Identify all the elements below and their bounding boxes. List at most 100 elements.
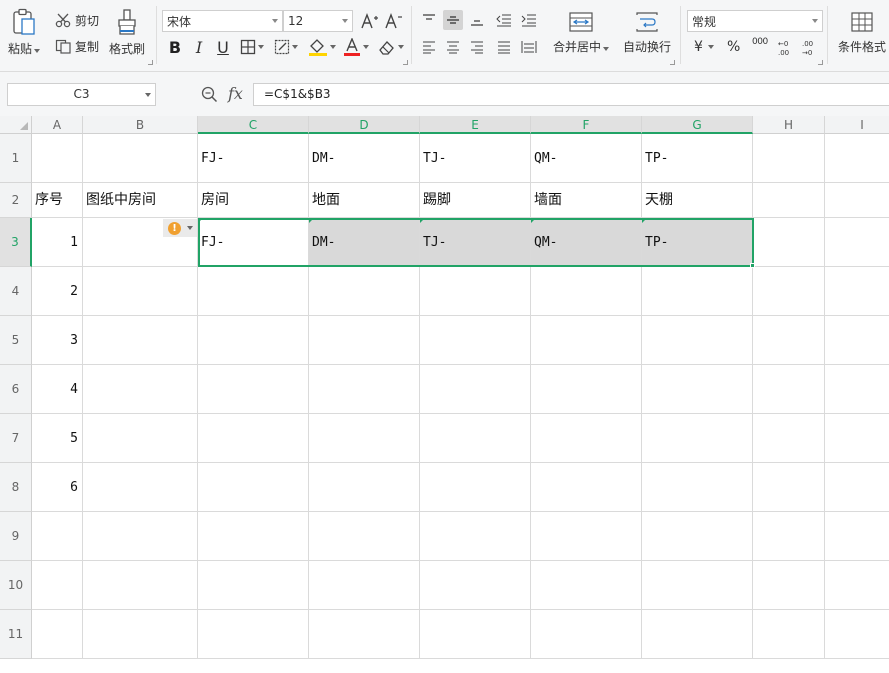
cell-d9[interactable] <box>309 512 420 561</box>
cell-e7[interactable] <box>420 414 531 463</box>
cell-f8[interactable] <box>531 463 642 512</box>
cell-e4[interactable] <box>420 267 531 316</box>
row-header-3[interactable]: 3 <box>0 218 32 267</box>
cell-a10[interactable] <box>32 561 83 610</box>
cell-c7[interactable] <box>198 414 309 463</box>
cell-b7[interactable] <box>83 414 198 463</box>
row-header-5[interactable]: 5 <box>0 316 32 365</box>
number-format-select[interactable]: 常规 <box>687 10 823 32</box>
font-size-select[interactable]: 12 <box>283 10 353 32</box>
cell-b1[interactable] <box>83 134 198 183</box>
cell-g8[interactable] <box>642 463 753 512</box>
align-bottom-button[interactable] <box>467 10 487 30</box>
italic-button[interactable]: I <box>189 37 209 57</box>
cell-d6[interactable] <box>309 365 420 414</box>
number-expander[interactable] <box>818 60 823 65</box>
fill-handle[interactable] <box>750 263 755 268</box>
cell-e1[interactable]: TJ- <box>420 134 531 183</box>
row-header-10[interactable]: 10 <box>0 561 32 610</box>
cell-g7[interactable] <box>642 414 753 463</box>
column-header-a[interactable]: A <box>32 116 83 134</box>
column-header-f[interactable]: F <box>531 116 642 134</box>
cell-a6[interactable]: 4 <box>32 365 83 414</box>
font-expander[interactable] <box>403 60 408 65</box>
cell-f6[interactable] <box>531 365 642 414</box>
row-header-7[interactable]: 7 <box>0 414 32 463</box>
clear-button[interactable] <box>376 37 406 57</box>
cell-d10[interactable] <box>309 561 420 610</box>
cell-f1[interactable]: QM- <box>531 134 642 183</box>
column-header-h[interactable]: H <box>753 116 825 134</box>
conditional-format-button[interactable]: 条件格式 <box>838 12 886 55</box>
cell-a9[interactable] <box>32 512 83 561</box>
cell-c2[interactable]: 房间 <box>198 183 309 218</box>
cell-b8[interactable] <box>83 463 198 512</box>
column-header-e[interactable]: E <box>420 116 531 134</box>
cell-f5[interactable] <box>531 316 642 365</box>
fill-color-button[interactable] <box>306 37 338 57</box>
cell-a4[interactable]: 2 <box>32 267 83 316</box>
cell-g10[interactable] <box>642 561 753 610</box>
cell-h5[interactable] <box>753 316 825 365</box>
increase-font-button[interactable] <box>360 11 380 31</box>
cell-g4[interactable] <box>642 267 753 316</box>
cell-d2[interactable]: 地面 <box>309 183 420 218</box>
cell-d4[interactable] <box>309 267 420 316</box>
cell-e2[interactable]: 踢脚 <box>420 183 531 218</box>
cell-e11[interactable] <box>420 610 531 659</box>
cell-f2[interactable]: 墙面 <box>531 183 642 218</box>
error-check-indicator[interactable]: ! <box>163 219 197 237</box>
row-header-4[interactable]: 4 <box>0 267 32 316</box>
cell-e5[interactable] <box>420 316 531 365</box>
cell-b5[interactable] <box>83 316 198 365</box>
clipboard-expander[interactable] <box>148 60 153 65</box>
cell-h6[interactable] <box>753 365 825 414</box>
distributed-button[interactable] <box>519 37 539 57</box>
cell-g2[interactable]: 天棚 <box>642 183 753 218</box>
cell-c5[interactable] <box>198 316 309 365</box>
cell-i10[interactable] <box>825 561 889 610</box>
cell-a5[interactable]: 3 <box>32 316 83 365</box>
align-left-button[interactable] <box>419 37 439 57</box>
cell-f3[interactable]: QM- <box>531 218 642 267</box>
cell-h9[interactable] <box>753 512 825 561</box>
cell-i3[interactable] <box>825 218 889 267</box>
cell-i9[interactable] <box>825 512 889 561</box>
cell-d8[interactable] <box>309 463 420 512</box>
row-header-2[interactable]: 2 <box>0 183 32 218</box>
align-center-button[interactable] <box>443 37 463 57</box>
column-header-c[interactable]: C <box>198 116 309 134</box>
zoom-icon[interactable] <box>201 86 218 103</box>
cell-a8[interactable]: 6 <box>32 463 83 512</box>
cell-h4[interactable] <box>753 267 825 316</box>
cell-i6[interactable] <box>825 365 889 414</box>
cell-a1[interactable] <box>32 134 83 183</box>
cell-c4[interactable] <box>198 267 309 316</box>
align-right-button[interactable] <box>467 37 487 57</box>
fill-style-button[interactable] <box>272 37 300 57</box>
cell-b11[interactable] <box>83 610 198 659</box>
cell-c10[interactable] <box>198 561 309 610</box>
bold-button[interactable]: B <box>165 37 185 57</box>
formula-input[interactable]: =C$1&$B3 <box>253 83 889 106</box>
cell-f7[interactable] <box>531 414 642 463</box>
cell-h11[interactable] <box>753 610 825 659</box>
cell-g1[interactable]: TP- <box>642 134 753 183</box>
cell-d3[interactable]: DM- <box>309 218 420 267</box>
cell-i11[interactable] <box>825 610 889 659</box>
cell-g3[interactable]: TP- <box>642 218 753 267</box>
cell-d5[interactable] <box>309 316 420 365</box>
underline-button[interactable]: U <box>213 37 233 57</box>
cell-b4[interactable] <box>83 267 198 316</box>
cell-h1[interactable] <box>753 134 825 183</box>
decrease-decimal-button[interactable]: .00 →0 <box>800 37 820 57</box>
align-top-button[interactable] <box>419 10 439 30</box>
cell-h2[interactable] <box>753 183 825 218</box>
cell-i2[interactable] <box>825 183 889 218</box>
cell-h8[interactable] <box>753 463 825 512</box>
cell-a2[interactable]: 序号 <box>32 183 83 218</box>
format-painter-button[interactable]: 格式刷 <box>109 8 145 57</box>
cell-b9[interactable] <box>83 512 198 561</box>
cell-d11[interactable] <box>309 610 420 659</box>
cell-d7[interactable] <box>309 414 420 463</box>
